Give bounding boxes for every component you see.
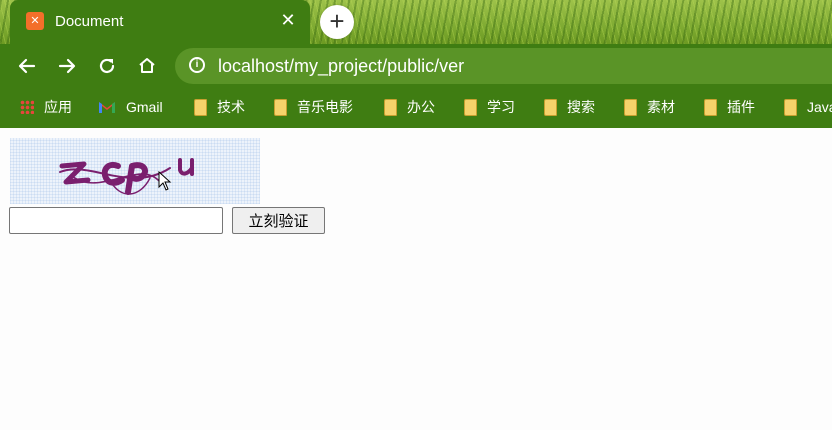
bookmark-label: Java (807, 99, 832, 115)
page-content: 立刻验证 (0, 128, 832, 430)
bookmark-label: 办公 (407, 99, 435, 115)
bookmark-apps[interactable]: 应用 (20, 87, 72, 128)
folder-icon (384, 98, 397, 116)
folder-icon (544, 98, 557, 116)
toolbar: i localhost/my_project/public/ver (0, 44, 832, 87)
bookmark-folder[interactable]: 音乐电影 (274, 87, 353, 128)
bookmark-folder[interactable]: 插件 (704, 87, 755, 128)
bookmark-folder[interactable]: Java (784, 87, 832, 128)
folder-icon (784, 98, 797, 116)
bookmark-label: 技术 (217, 99, 245, 115)
forward-button[interactable] (53, 52, 81, 80)
arrow-left-icon (18, 58, 36, 74)
captcha-code-input[interactable] (9, 207, 223, 234)
bookmark-label: 学习 (487, 99, 515, 115)
bookmark-label: 应用 (44, 99, 72, 115)
bookmark-folder[interactable]: 学习 (464, 87, 515, 128)
home-icon (139, 58, 155, 73)
bookmark-folder[interactable]: 办公 (384, 87, 435, 128)
captcha-image[interactable] (10, 138, 260, 204)
bookmark-label: 素材 (647, 99, 675, 115)
tab-strip: ✕ Document ✕ + (0, 0, 832, 44)
bookmark-label: 搜索 (567, 99, 595, 115)
info-icon[interactable]: i (189, 57, 205, 73)
address-bar[interactable]: i localhost/my_project/public/ver (175, 48, 832, 84)
bookmark-gmail[interactable]: Gmail (98, 87, 163, 128)
bookmark-folder[interactable]: 技术 (194, 87, 245, 128)
home-button[interactable] (133, 52, 161, 80)
browser-window: ✕ Document ✕ + i localhost/my_project/pu… (0, 0, 832, 430)
folder-icon (274, 98, 287, 116)
apps-icon (20, 100, 34, 115)
reload-icon (99, 58, 115, 73)
folder-icon (464, 98, 477, 116)
bookmark-label: 插件 (727, 99, 755, 115)
captcha-glyphs (59, 158, 194, 195)
folder-icon (704, 98, 717, 116)
reload-button[interactable] (93, 52, 121, 80)
close-icon[interactable]: ✕ (278, 10, 298, 30)
tab-title: Document (55, 13, 124, 30)
back-button[interactable] (13, 52, 41, 80)
xampp-icon: ✕ (26, 12, 44, 30)
bookmarks-bar: 应用 Gmail 技术 音乐电影 办公 学习 搜索 素材 插件 Jav (0, 87, 832, 128)
gmail-icon (99, 102, 115, 114)
bookmark-folder[interactable]: 搜索 (544, 87, 595, 128)
url-text[interactable]: localhost/my_project/public/ver (218, 56, 464, 77)
folder-icon (624, 98, 637, 116)
bookmark-label: 音乐电影 (297, 99, 353, 115)
tab-document[interactable]: ✕ Document ✕ (10, 0, 310, 44)
folder-icon (194, 98, 207, 116)
verify-button[interactable]: 立刻验证 (232, 207, 325, 234)
bookmark-folder[interactable]: 素材 (624, 87, 675, 128)
bookmark-label: Gmail (126, 99, 163, 115)
mouse-cursor-icon (158, 171, 172, 191)
new-tab-button[interactable]: + (320, 5, 354, 39)
arrow-right-icon (58, 58, 76, 74)
